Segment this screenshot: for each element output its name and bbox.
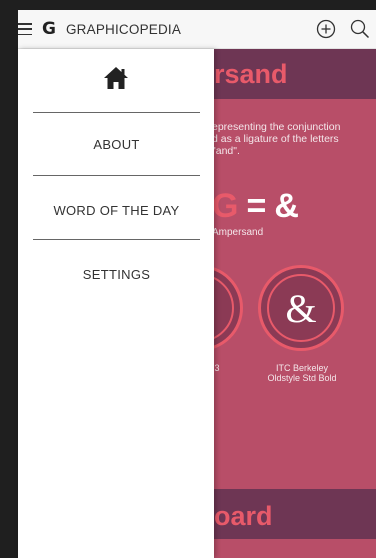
search-icon[interactable] xyxy=(349,18,371,40)
formula-caption: Ampersand xyxy=(212,227,264,238)
menu-icon[interactable] xyxy=(18,23,32,35)
formula: G = & xyxy=(212,187,299,226)
drawer-item-settings[interactable]: SETTINGS xyxy=(33,267,200,282)
example-circle-2[interactable]: & xyxy=(258,265,344,351)
navigation-drawer: ABOUT WORD OF THE DAY SETTINGS xyxy=(18,49,214,558)
app-bar: G GRAPHICOPEDIA xyxy=(18,10,376,49)
drawer-divider xyxy=(33,239,200,240)
app-title: GRAPHICOPEDIA xyxy=(65,21,182,37)
screen-edge xyxy=(0,0,18,558)
formula-left: G xyxy=(212,187,239,225)
article-description: epresenting the conjunction d as a ligat… xyxy=(212,121,341,157)
drawer-item-word-of-the-day[interactable]: WORD OF THE DAY xyxy=(33,203,200,218)
drawer-home[interactable] xyxy=(18,49,214,112)
example-caption-2: ITC Berkeley Oldstyle Std Bold xyxy=(267,363,337,383)
formula-right: & xyxy=(274,187,299,225)
formula-equals: = xyxy=(246,187,267,225)
drawer-item-about[interactable]: ABOUT xyxy=(33,137,200,152)
app-logo: G xyxy=(42,19,56,39)
add-icon[interactable] xyxy=(315,18,337,40)
home-icon[interactable] xyxy=(103,66,129,95)
drawer-divider xyxy=(33,112,200,113)
drawer-divider xyxy=(33,175,200,176)
